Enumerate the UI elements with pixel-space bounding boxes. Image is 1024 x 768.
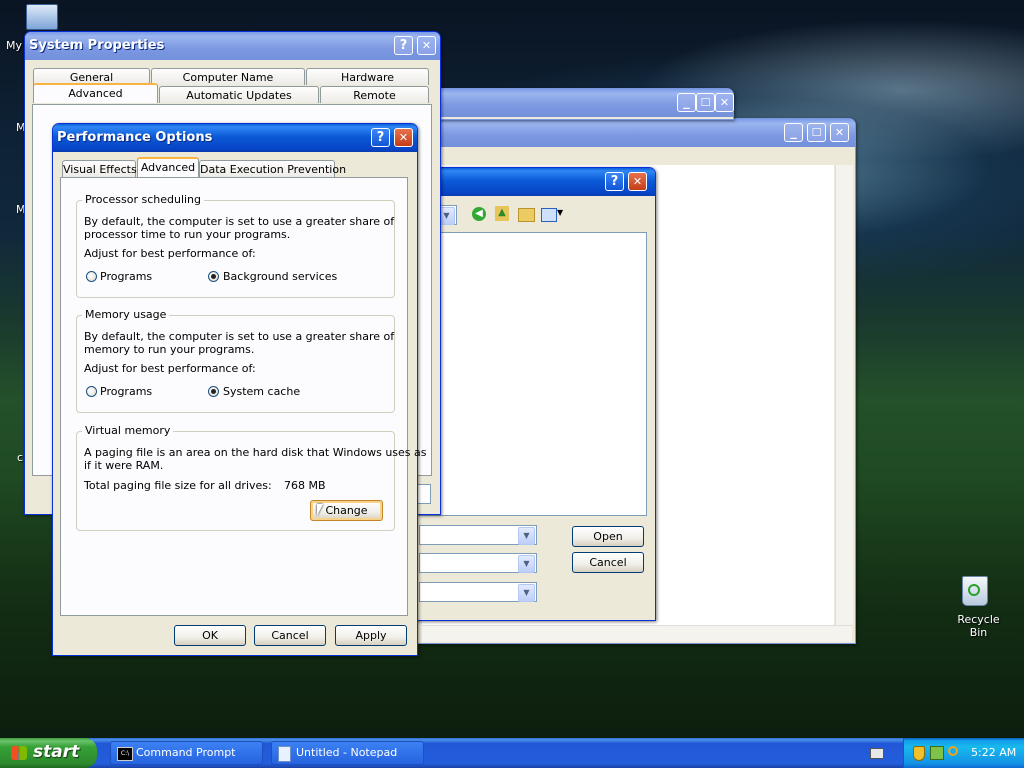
virtual-description-line2: if it were RAM.	[84, 459, 164, 472]
close-button[interactable]: ✕	[830, 123, 849, 142]
close-button[interactable]: ✕	[715, 93, 734, 112]
file-name-combo[interactable]: ▼	[419, 525, 537, 545]
group-legend: Processor scheduling	[82, 193, 205, 206]
desktop-fragment-3: c	[17, 451, 24, 464]
notepad-icon	[278, 746, 291, 762]
processor-description-line1: By default, the computer is set to use a…	[84, 215, 395, 228]
processor-background-services-label[interactable]: Background services	[223, 270, 337, 283]
processor-scheduling-group: Processor scheduling By default, the com…	[76, 193, 395, 298]
performance-tab-page: Processor scheduling By default, the com…	[60, 177, 427, 616]
virtual-description-line1: A paging file is an area on the hard dis…	[84, 446, 427, 459]
background-window[interactable]: _ ☐ ✕	[430, 88, 734, 120]
memory-programs-radio[interactable]	[86, 386, 97, 397]
recycle-bin-icon	[962, 576, 988, 606]
tab-data-execution-prevention[interactable]: Data Execution Prevention	[199, 160, 346, 177]
command-prompt-icon: C:\	[117, 747, 133, 761]
mouse-cursor-icon	[317, 504, 323, 516]
memory-description-line2: memory to run your programs.	[84, 343, 255, 356]
tab-remote[interactable]: Remote	[320, 86, 429, 103]
view-menu-chevron-icon: ▼	[557, 208, 564, 217]
vertical-scrollbar[interactable]	[835, 165, 853, 625]
tab-visual-effects[interactable]: Visual Effects	[62, 160, 137, 177]
memory-system-cache-radio[interactable]	[208, 386, 219, 397]
apply-button[interactable]: Apply	[335, 625, 407, 646]
close-button[interactable]: ✕	[394, 128, 413, 147]
paging-total-label: Total paging file size for all drives:	[84, 479, 272, 492]
back-icon[interactable]: ◀	[472, 207, 486, 221]
start-label: start	[33, 742, 80, 762]
taskbar: start C:\ Command Prompt Untitled - Note…	[0, 738, 1024, 768]
encoding-combo[interactable]: ▼	[419, 582, 537, 602]
performance-options-dialog[interactable]: Performance Options ? ✕ Visual Effects D…	[52, 123, 427, 656]
paging-total-value: 768 MB	[284, 479, 326, 492]
processor-adjust-label: Adjust for best performance of:	[84, 247, 256, 260]
tab-advanced[interactable]: Advanced	[137, 157, 199, 177]
minimize-button[interactable]: _	[784, 123, 803, 142]
chevron-down-icon: ▼	[518, 527, 535, 545]
chevron-down-icon: ▼	[518, 555, 535, 573]
up-folder-icon[interactable]: ▲	[495, 206, 509, 221]
keyboard-icon[interactable]	[870, 748, 884, 759]
processor-programs-radio[interactable]	[86, 271, 97, 282]
tab-hardware[interactable]: Hardware	[306, 68, 429, 85]
maximize-button[interactable]: ☐	[807, 123, 826, 142]
help-button[interactable]: ?	[394, 36, 413, 55]
group-legend: Virtual memory	[82, 424, 174, 437]
close-button[interactable]: ✕	[417, 36, 436, 55]
view-menu-icon[interactable]	[541, 208, 557, 222]
group-legend: Memory usage	[82, 308, 170, 321]
open-button[interactable]: Open	[572, 526, 644, 547]
memory-system-cache-label[interactable]: System cache	[223, 385, 300, 398]
minimize-button[interactable]: _	[677, 93, 696, 112]
tab-computer-name[interactable]: Computer Name	[151, 68, 305, 85]
processor-background-services-radio[interactable]	[208, 271, 219, 282]
maximize-button[interactable]: ☐	[696, 93, 715, 112]
chevron-down-icon: ▼	[518, 584, 535, 602]
file-list[interactable]	[419, 232, 647, 516]
new-folder-icon[interactable]	[518, 208, 535, 222]
processor-programs-label[interactable]: Programs	[100, 270, 152, 283]
taskbar-item-notepad[interactable]: Untitled - Notepad	[271, 741, 424, 765]
help-button[interactable]: ?	[605, 172, 624, 191]
processor-description-line2: processor time to run your programs.	[84, 228, 291, 241]
windows-logo-icon	[11, 746, 27, 760]
window-title: System Properties	[29, 38, 165, 53]
taskbar-item-command-prompt[interactable]: C:\ Command Prompt	[110, 741, 263, 765]
recycle-bin-desktop-icon[interactable]: Recycle Bin	[940, 574, 1010, 639]
virtual-memory-group: Virtual memory A paging file is an area …	[76, 424, 427, 531]
tab-automatic-updates[interactable]: Automatic Updates	[159, 86, 319, 103]
file-type-combo[interactable]: ▼	[419, 553, 537, 573]
cancel-button[interactable]: Cancel	[572, 552, 644, 573]
desktop-icon-label: Recycle Bin	[957, 613, 1000, 639]
clock[interactable]: 5:22 AM	[971, 746, 1016, 759]
desktop-icon-label: My	[6, 39, 23, 52]
ok-button[interactable]: OK	[174, 625, 246, 646]
network-icon[interactable]	[930, 746, 944, 760]
close-button[interactable]: ✕	[628, 172, 647, 191]
dialog-title: Performance Options	[57, 130, 213, 145]
memory-usage-group: Memory usage By default, the computer is…	[76, 308, 395, 413]
help-button[interactable]: ?	[371, 128, 390, 147]
start-button[interactable]: start	[0, 738, 97, 768]
computer-icon	[26, 4, 58, 30]
taskbar-item-label: Untitled - Notepad	[296, 746, 398, 759]
security-shield-icon[interactable]	[913, 746, 925, 761]
search-icon[interactable]	[948, 746, 958, 756]
cancel-button[interactable]: Cancel	[254, 625, 326, 646]
system-tray: 5:22 AM	[903, 738, 1024, 768]
memory-programs-label[interactable]: Programs	[100, 385, 152, 398]
memory-adjust-label: Adjust for best performance of:	[84, 362, 256, 375]
taskbar-item-label: Command Prompt	[136, 746, 236, 759]
tab-advanced[interactable]: Advanced	[33, 83, 158, 103]
memory-description-line1: By default, the computer is set to use a…	[84, 330, 395, 343]
horizontal-scrollbar[interactable]	[422, 625, 852, 642]
